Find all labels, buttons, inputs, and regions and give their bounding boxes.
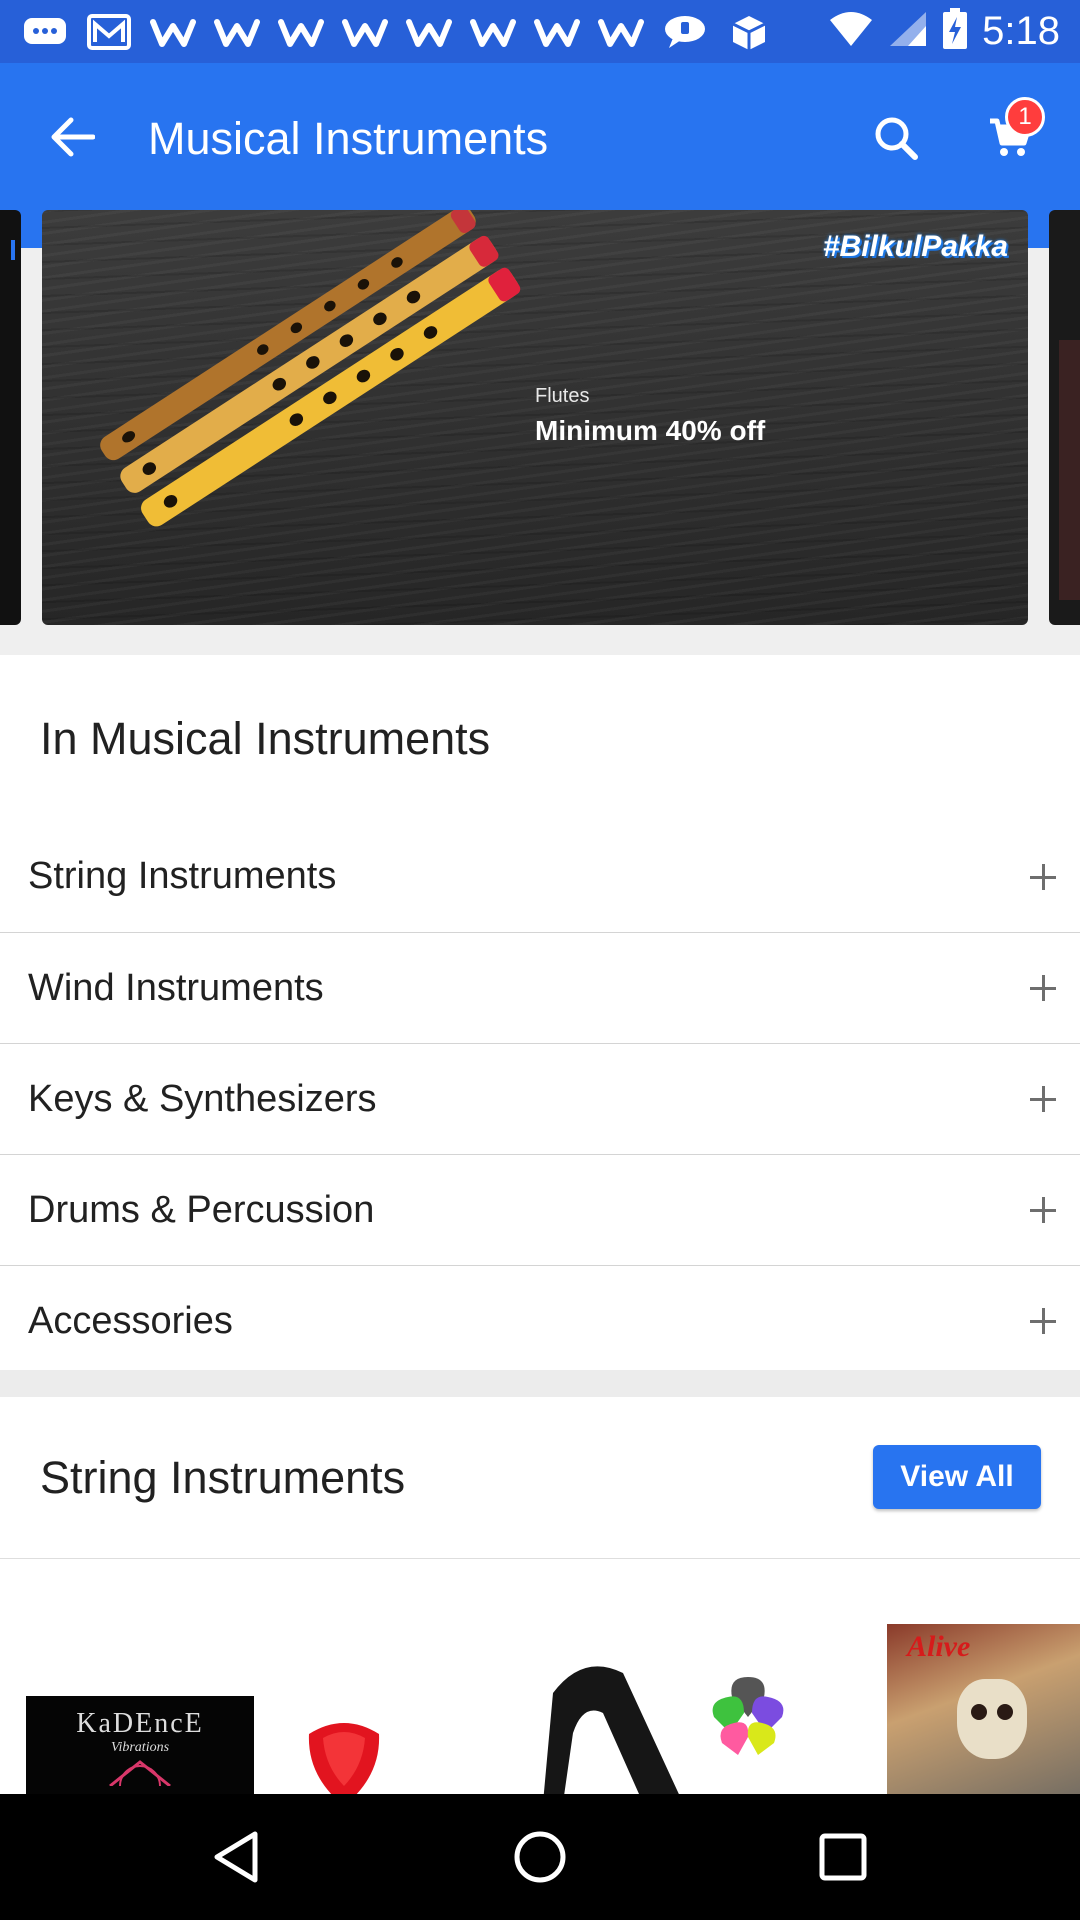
box-icon [726, 12, 772, 52]
product-guitar-strap[interactable] [543, 1653, 833, 1794]
banner-hashtag: #BilkulPakka [822, 230, 1008, 263]
square-recents-icon [819, 1833, 867, 1881]
battery-charging-icon [942, 8, 968, 55]
triangle-back-icon [214, 1831, 258, 1883]
category-item-string-instruments[interactable]: String Instruments [0, 821, 1080, 932]
notification-icons [22, 12, 772, 52]
status-bar: 5:18 [0, 0, 1080, 63]
kadence-logo-icon [109, 1760, 171, 1794]
guitar-strap-image [543, 1666, 784, 1794]
w-icon [342, 12, 388, 52]
w-icon [598, 12, 644, 52]
page-title: Musical Instruments [148, 113, 549, 164]
category-section: In Musical Instruments String Instrument… [0, 655, 1080, 1370]
wifi-icon [828, 10, 874, 53]
signal-icon [888, 10, 928, 53]
system-status: 5:18 [828, 8, 1060, 55]
chat-bubble-icon [662, 12, 708, 52]
section-title: String Instruments [40, 1452, 406, 1503]
product-kadence-strings[interactable]: KaDEncE Vibrations [26, 1696, 254, 1794]
w-icon [214, 12, 260, 52]
w-icon [534, 12, 580, 52]
category-item-drums-percussion[interactable]: Drums & Percussion [0, 1154, 1080, 1265]
album-title: Alive [907, 1630, 971, 1663]
search-icon [875, 117, 918, 160]
product-carousel[interactable]: KaDEncE Vibrations Alive [0, 1559, 1080, 1794]
pick-holder-image [308, 1723, 380, 1794]
banner-offer: Minimum 40% off [535, 415, 766, 446]
next-banner-peek[interactable] [1049, 210, 1080, 625]
product-tagline: Vibrations [110, 1740, 170, 1755]
w-icon [406, 12, 452, 52]
category-label: Keys & Synthesizers [28, 1077, 377, 1120]
view-all-button[interactable]: View All [873, 1445, 1041, 1509]
banner-subtitle: Flutes [535, 385, 590, 407]
plus-icon[interactable] [1030, 1086, 1056, 1112]
w-icon [470, 12, 516, 52]
nav-recents-button[interactable] [810, 1824, 876, 1890]
gmail-icon [86, 12, 132, 52]
search-button[interactable] [868, 110, 924, 166]
category-item-wind-instruments[interactable]: Wind Instruments [0, 932, 1080, 1043]
app-bar: Musical Instruments 1 [0, 63, 1080, 210]
nav-home-button[interactable] [507, 1824, 573, 1890]
string-instruments-header: String Instruments View All [0, 1397, 1080, 1559]
w-icon [150, 12, 196, 52]
previous-banner-peek[interactable] [0, 210, 21, 625]
category-item-accessories[interactable]: Accessories [0, 1265, 1080, 1376]
category-item-keys-synthesizers[interactable]: Keys & Synthesizers [0, 1043, 1080, 1154]
category-label: Accessories [28, 1299, 233, 1342]
plus-icon[interactable] [1030, 1197, 1056, 1223]
skull-image [957, 1679, 1027, 1759]
banner-carousel[interactable]: #BilkulPakka Flutes Minimum 40% off [0, 210, 1080, 655]
product-pick-holder[interactable] [303, 1716, 385, 1794]
plus-icon[interactable] [1030, 975, 1056, 1001]
product-alive-album[interactable]: Alive [887, 1624, 1080, 1794]
category-heading: In Musical Instruments [40, 713, 491, 764]
message-icon [22, 12, 68, 52]
category-list: String Instruments Wind Instruments Keys… [0, 821, 1080, 1376]
clock: 5:18 [982, 9, 1060, 53]
plus-icon[interactable] [1030, 863, 1056, 890]
plus-icon[interactable] [1030, 1308, 1056, 1334]
system-navigation-bar [0, 1794, 1080, 1920]
cart-count-badge: 1 [1005, 97, 1045, 137]
back-button[interactable] [44, 109, 100, 165]
arrow-left-icon [51, 117, 95, 157]
w-icon [278, 12, 324, 52]
product-brand: KaDEncE [76, 1708, 204, 1739]
category-label: String Instruments [28, 855, 337, 897]
flutes-banner[interactable]: #BilkulPakka Flutes Minimum 40% off [42, 210, 1028, 625]
category-label: Wind Instruments [28, 966, 324, 1009]
circle-home-icon [514, 1831, 566, 1883]
nav-back-button[interactable] [203, 1824, 269, 1890]
category-label: Drums & Percussion [28, 1188, 375, 1231]
section-divider [0, 1370, 1080, 1397]
